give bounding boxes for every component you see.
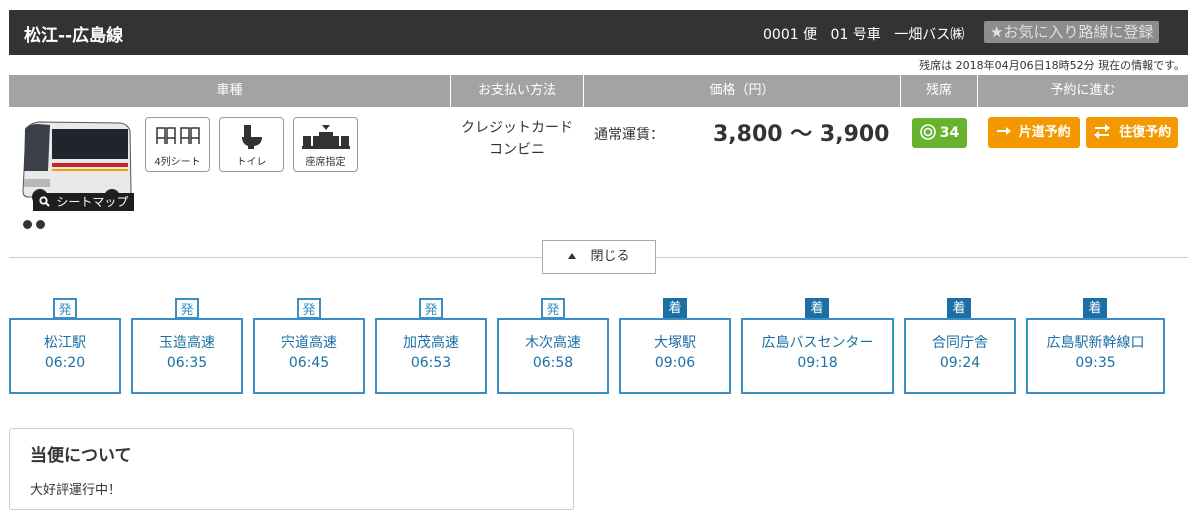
stop-time: 06:35 [166,355,208,371]
close-label: 閉じる [590,249,630,264]
round-trip-reserve-button[interactable]: 往復予約 [1086,117,1178,148]
one-way-reserve-label: 片道予約 [1018,125,1071,140]
stop-name: 玉造高速 [159,335,215,351]
feature-seat-reservation: 座席指定 [293,117,358,172]
stop-name: 木次高速 [525,335,581,351]
payment-method: クレジットカード [461,120,573,136]
stop-card: 広島バスセンター 09:18 [741,318,894,394]
stop-time: 06:53 [410,355,452,371]
add-favorite-button[interactable]: ★お気に入り路線に登録 [984,21,1160,43]
bus-info: 0001 便 01 号車 一畑バス㈱ [763,24,973,44]
stop-time: 09:18 [797,355,838,371]
arrow-right-icon [997,125,1019,140]
feature-label: 座席指定 [305,157,346,168]
four-row-seat-icon [155,127,200,144]
departure-tag: 発 [175,298,199,319]
seat-map-label: シートマップ [56,195,129,209]
triangle-up-icon [568,253,577,259]
bus-number: 0001 便 [763,27,818,43]
arrival-tag: 着 [663,298,687,319]
stop-card: 合同庁舎 09:24 [904,318,1016,394]
stop-name: 宍道高速 [281,335,337,351]
feature-label: トイレ [236,157,267,168]
carousel-dot[interactable] [36,220,45,229]
round-trip-reserve-label: 往復予約 [1119,125,1172,140]
about-this-service: 当便について 大好評運行中！ [9,428,574,510]
stop-name: 松江駅 [44,335,86,351]
arrival-tag: 着 [1083,298,1107,319]
stop-name: 広島駅新幹線口 [1046,335,1145,351]
route-title: 松江--広島線 [24,26,124,46]
column-header-price: 価格（円） [584,75,901,107]
operator-name: 一畑バス㈱ [894,27,965,43]
stop-time: 09:24 [939,355,981,371]
feature-toilet: トイレ [219,117,284,172]
departure-tag: 発 [297,298,321,319]
fare-value: 3,800 ～ 3,900 [713,122,890,147]
stop-time: 09:35 [1075,355,1116,371]
departure-tag: 発 [419,298,443,319]
stop-card: 広島駅新幹線口 09:35 [1026,318,1165,394]
arrival-tag: 着 [947,298,971,319]
stop-name: 広島バスセンター [761,335,874,351]
car-number: 01 号車 [830,27,881,43]
payment-methods: クレジットカード コンビニ [452,117,582,161]
stop-card: 加茂高速 06:53 [375,318,487,394]
about-title: 当便について [30,446,132,466]
stop-time: 06:58 [532,355,574,371]
one-way-reserve-button[interactable]: 片道予約 [988,117,1080,148]
carousel-dot[interactable] [23,220,32,229]
table-header: 車種 お支払い方法 価格（円） 残席 予約に進む [9,75,1188,107]
search-icon [38,195,57,209]
feature-label: 4列シート [154,157,201,168]
seat-map-button[interactable]: シートマップ [33,193,134,211]
column-header-reserve: 予約に進む [1050,83,1116,98]
about-body: 大好評運行中！ [30,483,122,498]
stop-name: 加茂高速 [403,335,459,351]
column-header-seats: 残席 [901,75,978,107]
stop-time: 06:20 [44,355,86,371]
seats-remaining-count: 34 [939,125,960,141]
departure-tag: 発 [53,298,77,319]
column-header-vehicle: 車種 [9,75,451,107]
stop-time: 09:06 [654,355,696,371]
stop-card: 宍道高速 06:45 [253,318,365,394]
stop-card: 木次高速 06:58 [497,318,609,394]
stop-card: 大塚駅 09:06 [619,318,731,394]
departure-tag: 発 [541,298,565,319]
close-button[interactable]: 閉じる [542,240,656,274]
arrival-tag: 着 [805,298,829,319]
stop-name: 大塚駅 [654,335,696,351]
stop-card: 松江駅 06:20 [9,318,121,394]
toilet-icon [241,125,262,149]
stop-card: 玉造高速 06:35 [131,318,243,394]
swap-arrows-icon [1093,124,1120,140]
stop-name: 合同庁舎 [932,335,988,351]
feature-4-row-seat: 4列シート [145,117,210,172]
reserved-seat-icon [301,125,350,149]
seats-remaining-badge: 34 [912,118,967,148]
column-header-payment: お支払い方法 [451,75,584,107]
payment-method: コンビニ [489,142,545,158]
double-circle-icon [919,124,936,140]
seat-info-timestamp: 残席は 2018年04月06日18時52分 現在の情報です。 [919,59,1185,72]
image-carousel-dots[interactable] [23,214,49,233]
route-header: 松江--広島線 0001 便 01 号車 一畑バス㈱ ★お気に入り路線に登録 [9,10,1188,55]
fare-label: 通常運賃： [594,127,664,143]
stop-time: 06:45 [288,355,330,371]
